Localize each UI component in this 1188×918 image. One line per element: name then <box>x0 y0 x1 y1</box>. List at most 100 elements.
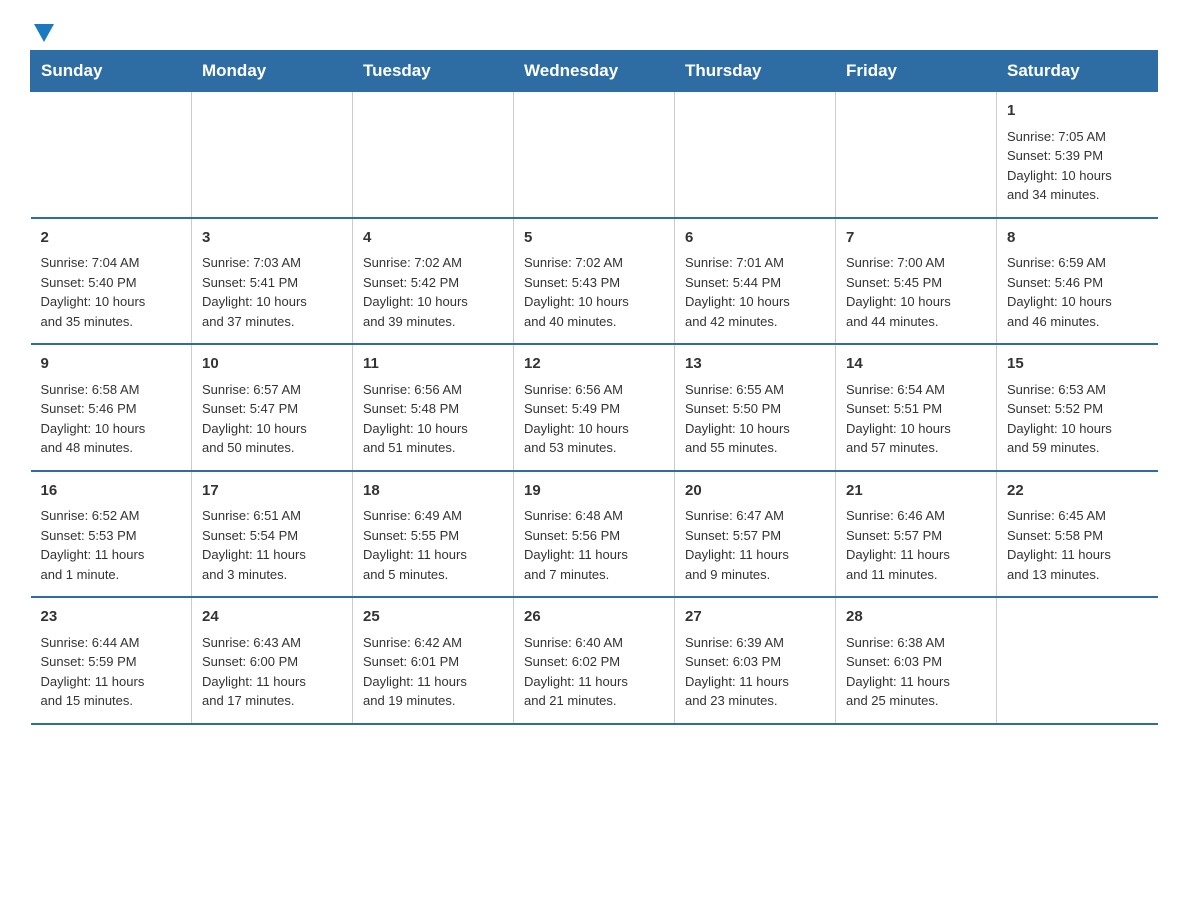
calendar-cell: 16 Sunrise: 6:52 AMSunset: 5:53 PMDayligh… <box>31 471 192 598</box>
calendar-cell: 27Sunrise: 6:39 AMSunset: 6:03 PMDayligh… <box>675 597 836 724</box>
calendar-table: SundayMondayTuesdayWednesdayThursdayFrid… <box>30 50 1158 725</box>
day-of-week-header: Wednesday <box>514 51 675 92</box>
day-number: 11 <box>363 353 503 376</box>
day-number: 23 <box>41 606 182 629</box>
calendar-cell: 19Sunrise: 6:48 AMSunset: 5:56 PMDayligh… <box>514 471 675 598</box>
calendar-cell: 4 Sunrise: 7:02 AMSunset: 5:42 PMDaylight… <box>353 218 514 345</box>
day-info: Sunrise: 6:42 AMSunset: 6:01 PMDaylight:… <box>363 633 503 711</box>
calendar-cell: 2 Sunrise: 7:04 AMSunset: 5:40 PMDaylight… <box>31 218 192 345</box>
calendar-cell: 12Sunrise: 6:56 AMSunset: 5:49 PMDayligh… <box>514 344 675 471</box>
calendar-week-row: 23 Sunrise: 6:44 AMSunset: 5:59 PMDayligh… <box>31 597 1158 724</box>
day-info: Sunrise: 6:38 AMSunset: 6:03 PMDaylight:… <box>846 633 986 711</box>
calendar-cell: 15 Sunrise: 6:53 AMSunset: 5:52 PMDayligh… <box>997 344 1158 471</box>
logo-triangle-icon <box>34 24 54 42</box>
day-of-week-header: Friday <box>836 51 997 92</box>
calendar-cell: 5 Sunrise: 7:02 AMSunset: 5:43 PMDaylight… <box>514 218 675 345</box>
day-of-week-header: Monday <box>192 51 353 92</box>
day-info: Sunrise: 6:44 AMSunset: 5:59 PMDaylight:… <box>41 633 182 711</box>
day-number: 24 <box>202 606 342 629</box>
day-number: 21 <box>846 480 986 503</box>
day-number: 7 <box>846 227 986 250</box>
day-number: 17 <box>202 480 342 503</box>
calendar-cell: 23 Sunrise: 6:44 AMSunset: 5:59 PMDayligh… <box>31 597 192 724</box>
day-info: Sunrise: 6:47 AMSunset: 5:57 PMDaylight:… <box>685 506 825 584</box>
day-info: Sunrise: 7:00 AMSunset: 5:45 PMDaylight:… <box>846 253 986 331</box>
day-number: 16 <box>41 480 182 503</box>
day-number: 15 <box>1007 353 1148 376</box>
day-info: Sunrise: 6:46 AMSunset: 5:57 PMDaylight:… <box>846 506 986 584</box>
day-info: Sunrise: 6:58 AMSunset: 5:46 PMDaylight:… <box>41 380 182 458</box>
calendar-header-row: SundayMondayTuesdayWednesdayThursdayFrid… <box>31 51 1158 92</box>
day-number: 4 <box>363 227 503 250</box>
day-info: Sunrise: 6:51 AMSunset: 5:54 PMDaylight:… <box>202 506 342 584</box>
calendar-cell: 17 Sunrise: 6:51 AMSunset: 5:54 PMDayligh… <box>192 471 353 598</box>
calendar-week-row: 1 Sunrise: 7:05 AMSunset: 5:39 PMDaylight… <box>31 92 1158 218</box>
day-info: Sunrise: 6:48 AMSunset: 5:56 PMDaylight:… <box>524 506 664 584</box>
day-info: Sunrise: 6:59 AMSunset: 5:46 PMDaylight:… <box>1007 253 1148 331</box>
day-info: Sunrise: 6:39 AMSunset: 6:03 PMDaylight:… <box>685 633 825 711</box>
logo <box>30 20 54 40</box>
calendar-cell: 14 Sunrise: 6:54 AMSunset: 5:51 PMDayligh… <box>836 344 997 471</box>
calendar-week-row: 16 Sunrise: 6:52 AMSunset: 5:53 PMDayligh… <box>31 471 1158 598</box>
day-of-week-header: Thursday <box>675 51 836 92</box>
day-number: 22 <box>1007 480 1148 503</box>
day-number: 2 <box>41 227 182 250</box>
page-header <box>30 20 1158 40</box>
day-number: 14 <box>846 353 986 376</box>
day-info: Sunrise: 7:02 AMSunset: 5:42 PMDaylight:… <box>363 253 503 331</box>
calendar-cell: 24 Sunrise: 6:43 AMSunset: 6:00 PMDayligh… <box>192 597 353 724</box>
day-info: Sunrise: 6:54 AMSunset: 5:51 PMDaylight:… <box>846 380 986 458</box>
calendar-cell: 3 Sunrise: 7:03 AMSunset: 5:41 PMDaylight… <box>192 218 353 345</box>
day-number: 28 <box>846 606 986 629</box>
day-number: 10 <box>202 353 342 376</box>
calendar-cell: 9 Sunrise: 6:58 AMSunset: 5:46 PMDaylight… <box>31 344 192 471</box>
calendar-cell <box>353 92 514 218</box>
day-info: Sunrise: 6:56 AMSunset: 5:48 PMDaylight:… <box>363 380 503 458</box>
calendar-cell: 20 Sunrise: 6:47 AMSunset: 5:57 PMDayligh… <box>675 471 836 598</box>
calendar-cell <box>997 597 1158 724</box>
calendar-cell: 18 Sunrise: 6:49 AMSunset: 5:55 PMDayligh… <box>353 471 514 598</box>
day-info: Sunrise: 6:52 AMSunset: 5:53 PMDaylight:… <box>41 506 182 584</box>
calendar-cell: 25Sunrise: 6:42 AMSunset: 6:01 PMDayligh… <box>353 597 514 724</box>
day-number: 18 <box>363 480 503 503</box>
day-number: 6 <box>685 227 825 250</box>
calendar-cell: 28 Sunrise: 6:38 AMSunset: 6:03 PMDayligh… <box>836 597 997 724</box>
day-number: 3 <box>202 227 342 250</box>
day-info: Sunrise: 6:57 AMSunset: 5:47 PMDaylight:… <box>202 380 342 458</box>
calendar-cell: 7 Sunrise: 7:00 AMSunset: 5:45 PMDaylight… <box>836 218 997 345</box>
day-info: Sunrise: 6:53 AMSunset: 5:52 PMDaylight:… <box>1007 380 1148 458</box>
day-of-week-header: Sunday <box>31 51 192 92</box>
calendar-week-row: 2 Sunrise: 7:04 AMSunset: 5:40 PMDaylight… <box>31 218 1158 345</box>
calendar-cell: 22 Sunrise: 6:45 AMSunset: 5:58 PMDayligh… <box>997 471 1158 598</box>
day-number: 9 <box>41 353 182 376</box>
day-info: Sunrise: 7:03 AMSunset: 5:41 PMDaylight:… <box>202 253 342 331</box>
day-number: 5 <box>524 227 664 250</box>
calendar-cell: 11 Sunrise: 6:56 AMSunset: 5:48 PMDayligh… <box>353 344 514 471</box>
day-info: Sunrise: 7:02 AMSunset: 5:43 PMDaylight:… <box>524 253 664 331</box>
day-of-week-header: Saturday <box>997 51 1158 92</box>
calendar-cell <box>514 92 675 218</box>
day-info: Sunrise: 7:01 AMSunset: 5:44 PMDaylight:… <box>685 253 825 331</box>
day-info: Sunrise: 6:55 AMSunset: 5:50 PMDaylight:… <box>685 380 825 458</box>
day-info: Sunrise: 6:40 AMSunset: 6:02 PMDaylight:… <box>524 633 664 711</box>
day-number: 20 <box>685 480 825 503</box>
calendar-cell <box>31 92 192 218</box>
day-info: Sunrise: 6:49 AMSunset: 5:55 PMDaylight:… <box>363 506 503 584</box>
calendar-cell: 8 Sunrise: 6:59 AMSunset: 5:46 PMDaylight… <box>997 218 1158 345</box>
day-info: Sunrise: 6:43 AMSunset: 6:00 PMDaylight:… <box>202 633 342 711</box>
calendar-cell <box>675 92 836 218</box>
day-number: 13 <box>685 353 825 376</box>
day-number: 26 <box>524 606 664 629</box>
calendar-cell: 10 Sunrise: 6:57 AMSunset: 5:47 PMDayligh… <box>192 344 353 471</box>
calendar-cell <box>192 92 353 218</box>
day-info: Sunrise: 7:04 AMSunset: 5:40 PMDaylight:… <box>41 253 182 331</box>
day-number: 12 <box>524 353 664 376</box>
calendar-week-row: 9 Sunrise: 6:58 AMSunset: 5:46 PMDaylight… <box>31 344 1158 471</box>
day-number: 8 <box>1007 227 1148 250</box>
calendar-cell: 1 Sunrise: 7:05 AMSunset: 5:39 PMDaylight… <box>997 92 1158 218</box>
day-number: 1 <box>1007 100 1148 123</box>
day-info: Sunrise: 6:45 AMSunset: 5:58 PMDaylight:… <box>1007 506 1148 584</box>
calendar-cell: 6 Sunrise: 7:01 AMSunset: 5:44 PMDaylight… <box>675 218 836 345</box>
day-info: Sunrise: 7:05 AMSunset: 5:39 PMDaylight:… <box>1007 127 1148 205</box>
day-of-week-header: Tuesday <box>353 51 514 92</box>
